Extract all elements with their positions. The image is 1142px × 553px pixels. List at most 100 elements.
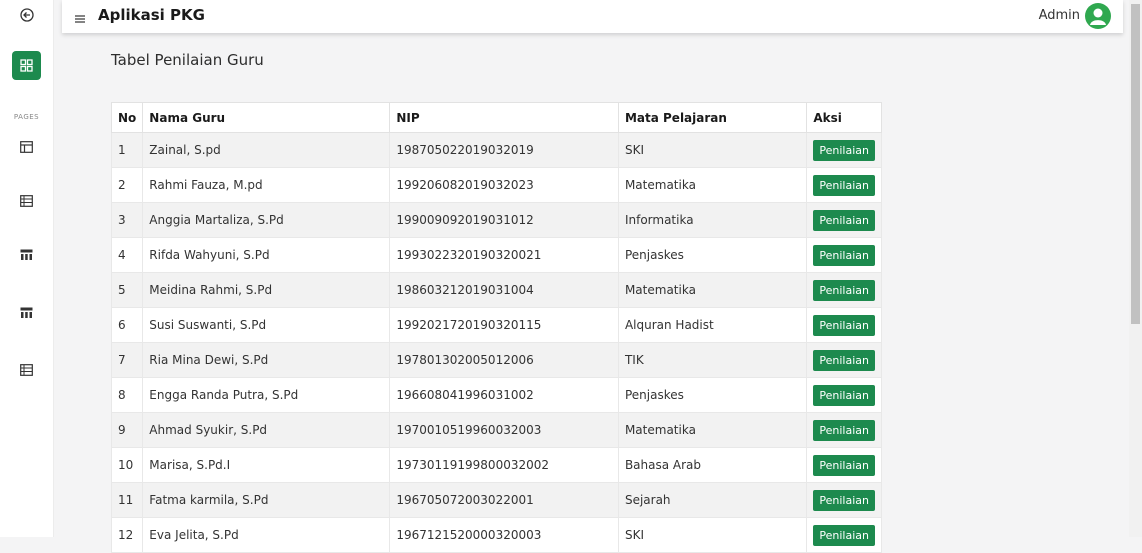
cell-nama-guru: Marisa, S.Pd.I xyxy=(142,447,391,483)
table-header-row: No Nama Guru NIP Mata Pelajaran Aksi xyxy=(110,102,882,133)
cell-nip: 198705022019032019 xyxy=(389,132,619,168)
sidebar-item-table-5[interactable] xyxy=(0,363,53,377)
cell-nip: 199206082019032023 xyxy=(389,167,619,203)
penilaian-button[interactable]: Penilaian xyxy=(813,349,875,371)
table-layout-icon xyxy=(20,249,33,260)
penilaian-button[interactable]: Penilaian xyxy=(813,244,875,266)
cell-mata-pelajaran: TIK xyxy=(617,342,808,378)
cell-no: 1 xyxy=(110,132,144,168)
sidebar-item-table-1[interactable] xyxy=(0,140,53,154)
cell-no: 8 xyxy=(110,377,144,413)
cell-nama-guru: Ria Mina Dewi, S.Pd xyxy=(142,342,391,378)
cell-nama-guru: Eva Jelita, S.Pd xyxy=(142,517,391,553)
cell-no: 12 xyxy=(110,517,144,553)
top-navbar: Aplikasi PKG Admin xyxy=(62,0,1123,33)
cell-mata-pelajaran: Informatika xyxy=(617,202,808,238)
table-row: 7 Ria Mina Dewi, S.Pd 197801302005012006… xyxy=(110,342,882,378)
sidebar-item-dashboard[interactable] xyxy=(12,51,41,80)
column-header-aksi: Aksi xyxy=(806,102,882,133)
app-title: Aplikasi PKG xyxy=(98,6,205,24)
cell-no: 2 xyxy=(110,167,144,203)
scrollbar-track[interactable] xyxy=(1129,0,1142,537)
cell-no: 10 xyxy=(110,447,144,483)
cell-mata-pelajaran: SKI xyxy=(617,132,808,168)
cell-no: 5 xyxy=(110,272,144,308)
cell-no: 11 xyxy=(110,482,144,518)
penilaian-button[interactable]: Penilaian xyxy=(813,489,875,511)
table-layout-icon xyxy=(20,307,33,318)
user-name[interactable]: Admin xyxy=(1039,8,1080,23)
dashboard-grid-icon xyxy=(20,59,33,72)
cell-mata-pelajaran: Penjaskes xyxy=(617,377,808,413)
cell-mata-pelajaran: Penjaskes xyxy=(617,237,808,273)
sidebar-section-label: PAGES xyxy=(13,113,40,121)
sidebar-item-table-2[interactable] xyxy=(0,194,53,208)
penilaian-button[interactable]: Penilaian xyxy=(813,209,875,231)
cell-no: 6 xyxy=(110,307,144,343)
cell-nama-guru: Ahmad Syukir, S.Pd xyxy=(142,412,391,448)
cell-no: 4 xyxy=(110,237,144,273)
penilaian-button[interactable]: Penilaian xyxy=(813,174,875,196)
column-header-mata-pelajaran: Mata Pelajaran xyxy=(617,102,808,133)
cell-nama-guru: Susi Suswanti, S.Pd xyxy=(142,307,391,343)
table-row: 2 Rahmi Fauza, M.pd 199206082019032023 M… xyxy=(110,167,882,203)
table-icon xyxy=(20,141,33,153)
cell-mata-pelajaran: Matematika xyxy=(617,272,808,308)
cell-aksi: Penilaian xyxy=(806,132,882,168)
cell-mata-pelajaran: Alquran Hadist xyxy=(617,307,808,343)
cell-mata-pelajaran: Matematika xyxy=(617,412,808,448)
cell-no: 7 xyxy=(110,342,144,378)
hamburger-menu-icon[interactable] xyxy=(74,10,86,23)
cell-aksi: Penilaian xyxy=(806,307,882,343)
table-row: 10 Marisa, S.Pd.I 19730119199800032002 B… xyxy=(110,447,882,483)
penilaian-button[interactable]: Penilaian xyxy=(813,454,875,476)
penilaian-button[interactable]: Penilaian xyxy=(813,384,875,406)
column-header-nip: NIP xyxy=(389,102,619,133)
cell-nip: 1970010519960032003 xyxy=(389,412,619,448)
cell-nip: 1993022320190320021 xyxy=(389,237,619,273)
cell-mata-pelajaran: Sejarah xyxy=(617,482,808,518)
cell-aksi: Penilaian xyxy=(806,202,882,238)
sidebar-item-table-3[interactable] xyxy=(0,248,53,262)
scrollbar-thumb[interactable] xyxy=(1131,4,1140,324)
cell-nama-guru: Rifda Wahyuni, S.Pd xyxy=(142,237,391,273)
table-body: 1 Zainal, S.pd 198705022019032019 SKI Pe… xyxy=(110,132,882,553)
column-header-nama-guru: Nama Guru xyxy=(142,102,391,133)
cell-aksi: Penilaian xyxy=(806,272,882,308)
cell-nama-guru: Rahmi Fauza, M.pd xyxy=(142,167,391,203)
table-row: 6 Susi Suswanti, S.Pd 199202172019032011… xyxy=(110,307,882,343)
table-row: 3 Anggia Martaliza, S.Pd 199009092019031… xyxy=(110,202,882,238)
cell-aksi: Penilaian xyxy=(806,342,882,378)
table-row: 11 Fatma karmila, S.Pd 19670507200302200… xyxy=(110,482,882,518)
cell-aksi: Penilaian xyxy=(806,167,882,203)
cell-aksi: Penilaian xyxy=(806,237,882,273)
penilaian-button[interactable]: Penilaian xyxy=(813,139,875,161)
column-header-no: No xyxy=(110,102,144,133)
penilaian-button[interactable]: Penilaian xyxy=(813,524,875,546)
cell-nip: 1967121520000320003 xyxy=(389,517,619,553)
penilaian-button[interactable]: Penilaian xyxy=(813,314,875,336)
cell-no: 3 xyxy=(110,202,144,238)
cell-aksi: Penilaian xyxy=(806,377,882,413)
cell-nama-guru: Engga Randa Putra, S.Pd xyxy=(142,377,391,413)
table-row: 5 Meidina Rahmi, S.Pd 198603212019031004… xyxy=(110,272,882,308)
cell-nip: 196608041996031002 xyxy=(389,377,619,413)
table-row: 1 Zainal, S.pd 198705022019032019 SKI Pe… xyxy=(110,132,882,168)
cell-nip: 196705072003022001 xyxy=(389,482,619,518)
cell-no: 9 xyxy=(110,412,144,448)
user-avatar-icon[interactable] xyxy=(1085,3,1111,29)
sidebar-item-table-4[interactable] xyxy=(0,306,53,320)
penilaian-button[interactable]: Penilaian xyxy=(813,419,875,441)
penilaian-button[interactable]: Penilaian xyxy=(813,279,875,301)
cell-mata-pelajaran: Matematika xyxy=(617,167,808,203)
cell-nama-guru: Meidina Rahmi, S.Pd xyxy=(142,272,391,308)
back-circle-icon[interactable] xyxy=(0,7,53,23)
table-list-icon xyxy=(20,195,33,207)
table-list-icon xyxy=(20,364,33,376)
cell-aksi: Penilaian xyxy=(806,447,882,483)
cell-nama-guru: Anggia Martaliza, S.Pd xyxy=(142,202,391,238)
cell-nip: 199009092019031012 xyxy=(389,202,619,238)
cell-mata-pelajaran: Bahasa Arab xyxy=(617,447,808,483)
table-row: 4 Rifda Wahyuni, S.Pd 199302232019032002… xyxy=(110,237,882,273)
sidebar: PAGES xyxy=(0,0,54,537)
